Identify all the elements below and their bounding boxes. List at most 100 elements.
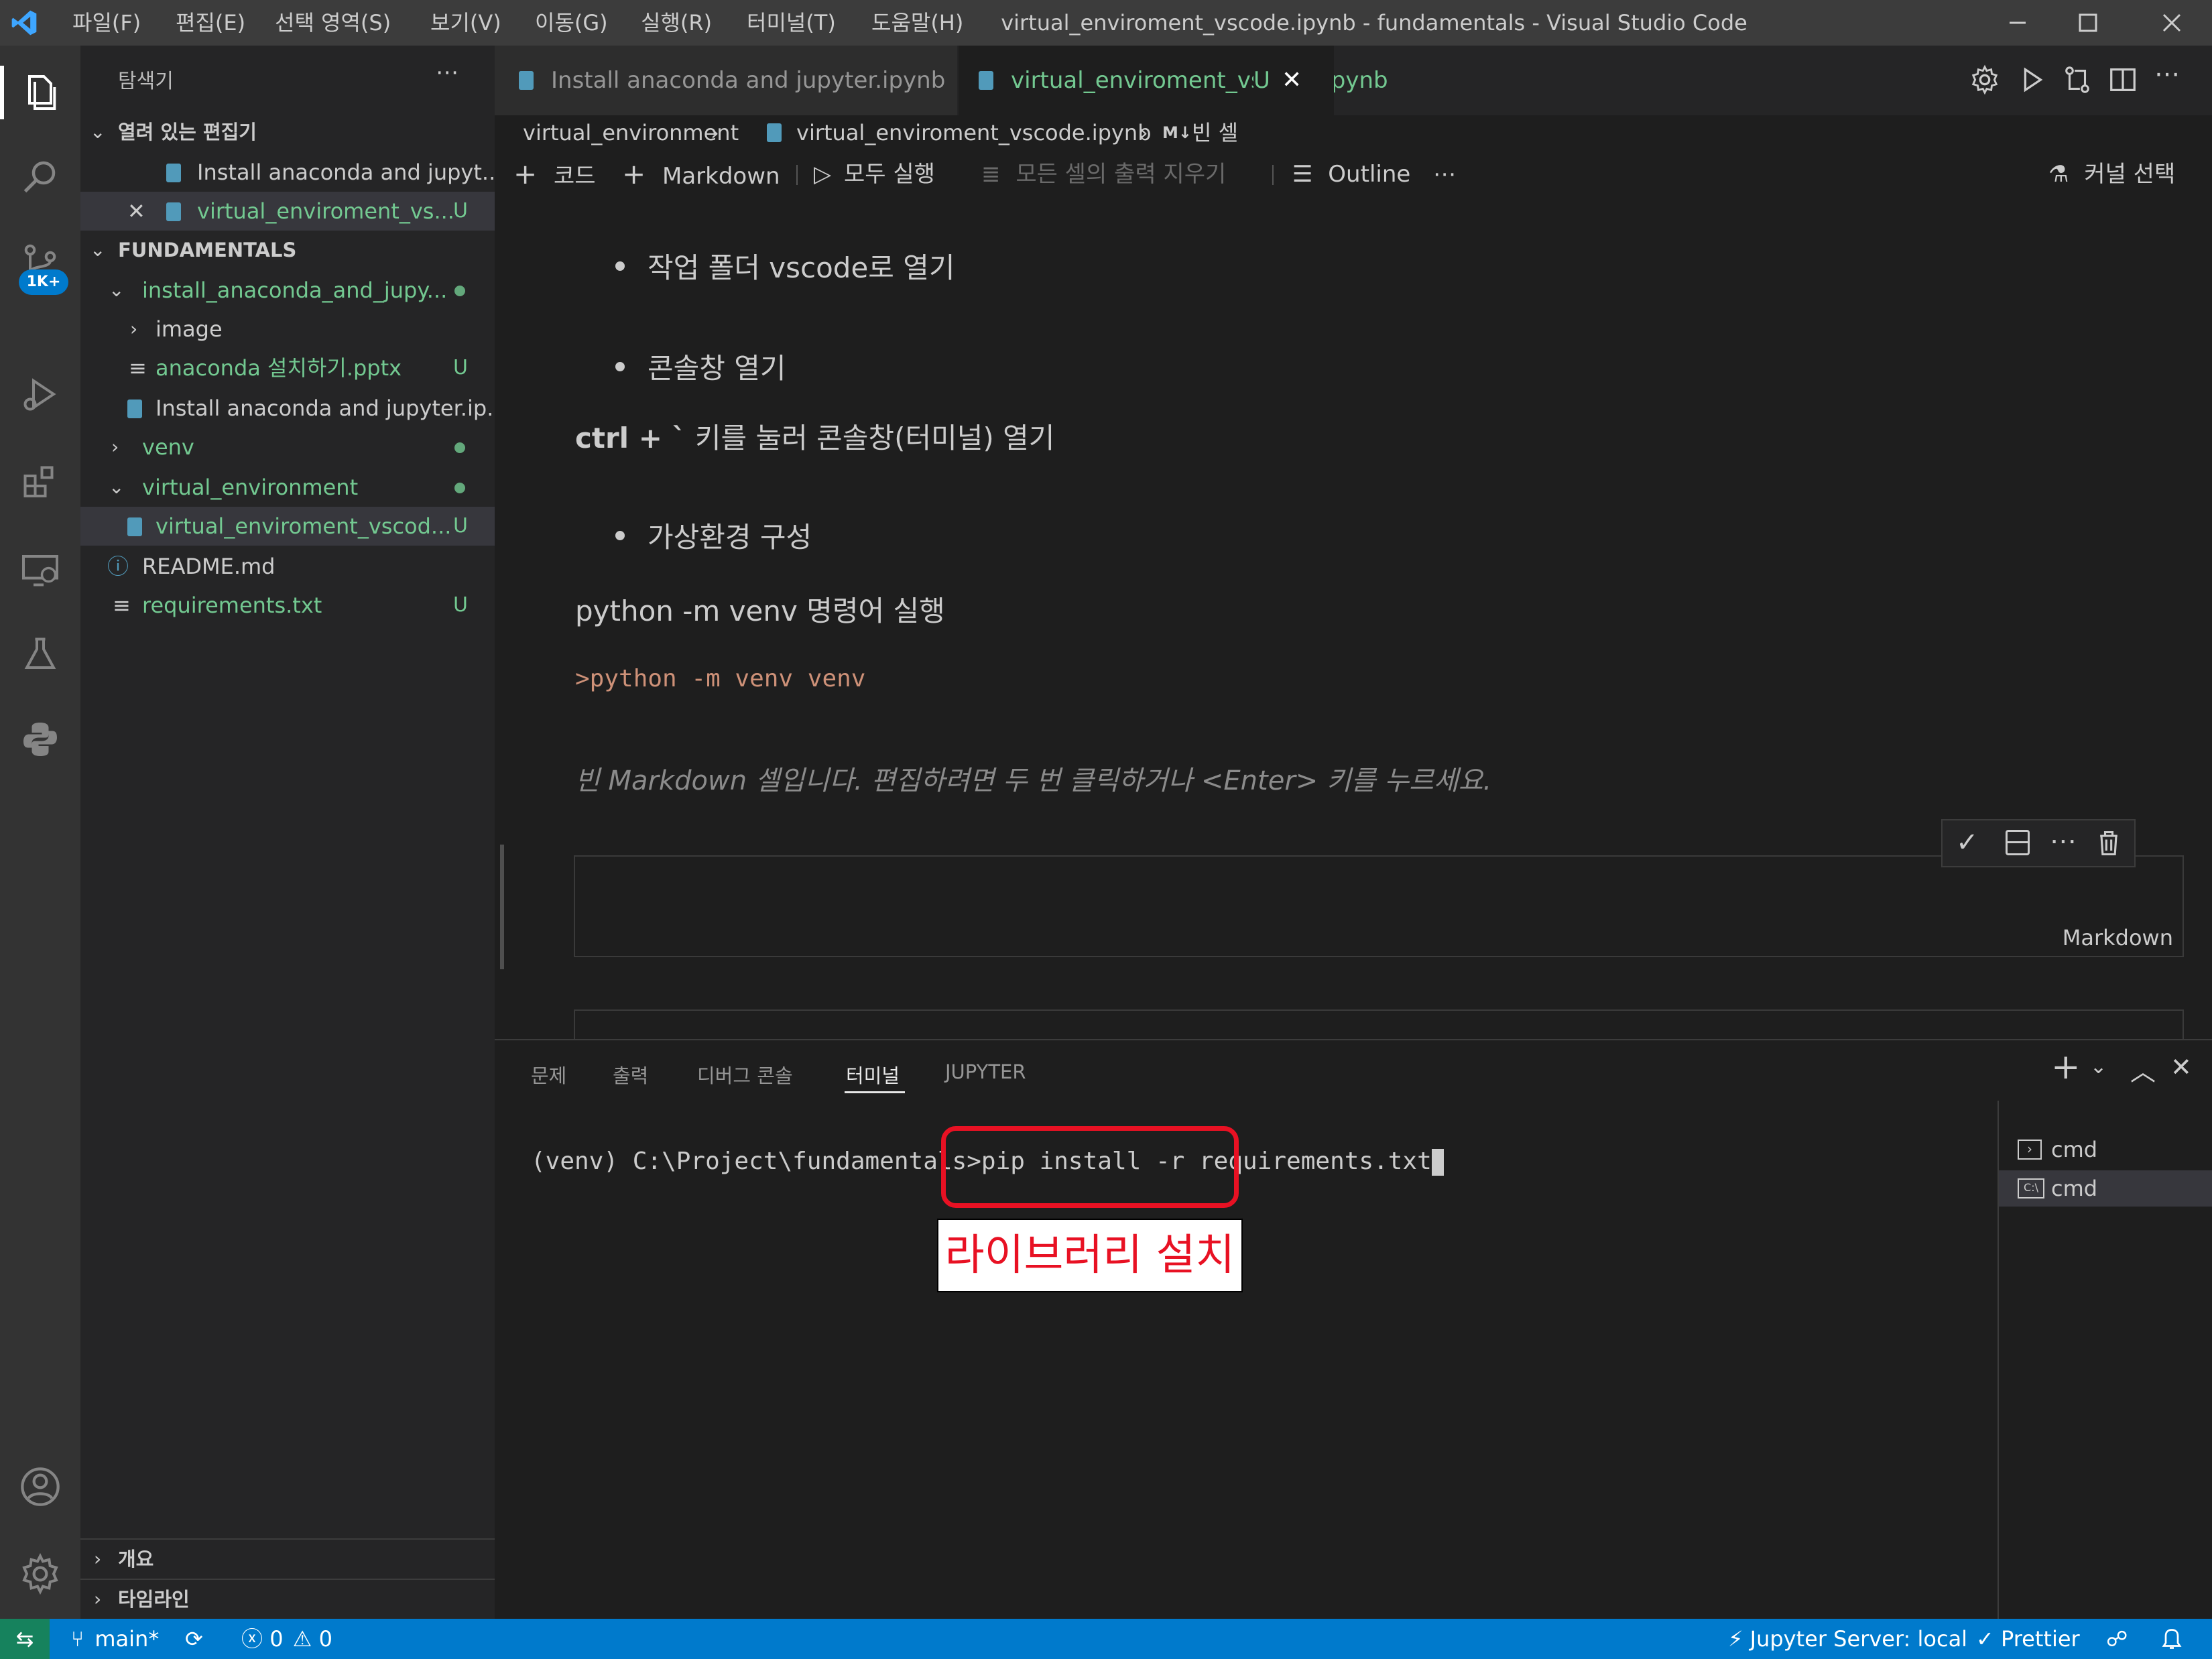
chevron-down-icon: ⌄ — [90, 121, 106, 143]
cell-toolbar: ✓ ⋯ — [1941, 819, 2136, 867]
run-all-button[interactable]: ▷ 모두 실행 — [814, 150, 935, 198]
cmd-icon: C:\ — [2018, 1178, 2044, 1199]
more-actions-icon[interactable]: ⋯ — [1433, 150, 1456, 198]
tree-item-folder[interactable]: ⌄ virtual_environment — [80, 468, 495, 507]
minimize-button[interactable] — [1984, 0, 2051, 46]
tab-debug-console[interactable]: 디버그 콘솔 — [697, 1060, 793, 1089]
tree-item-file-selected[interactable]: virtual_enviroment_vscod... U — [80, 507, 495, 546]
terminal-list-item[interactable]: › cmd — [1999, 1131, 2212, 1168]
split-editor-icon[interactable] — [2107, 64, 2138, 95]
tab-problems[interactable]: 문제 — [531, 1060, 566, 1089]
open-editors-header[interactable]: ⌄ 열려 있는 편집기 — [80, 113, 495, 151]
testing-icon[interactable] — [13, 627, 67, 681]
add-markdown-cell-button[interactable]: + Markdown — [622, 150, 780, 198]
chevron-down-icon[interactable]: ⌄ — [2090, 1055, 2107, 1079]
vscode-logo-icon — [9, 8, 39, 38]
menu-file[interactable]: 파일(F) — [72, 0, 141, 46]
notebook-icon — [127, 400, 142, 418]
tab-output[interactable]: 출력 — [613, 1060, 648, 1089]
divider — [1272, 165, 1274, 185]
explorer-sidebar: 탐색기 ⋯ ⌄ 열려 있는 편집기 Install anaconda and j… — [80, 46, 495, 1619]
close-window-button[interactable] — [2138, 0, 2205, 46]
maximize-button[interactable] — [2054, 0, 2122, 46]
maximize-panel-icon[interactable]: ︿ — [2130, 1051, 2156, 1088]
tab-install-anaconda[interactable]: Install anaconda and jupyter.ipynb — [495, 46, 957, 115]
extensions-icon[interactable] — [13, 456, 67, 509]
notebook-icon — [166, 164, 181, 182]
tree-item-file[interactable]: ≡ anaconda 설치하기.pptx U — [80, 349, 495, 387]
breadcrumb-cell[interactable]: 빈 셀 — [1192, 115, 1238, 150]
more-actions-icon[interactable]: ⋯ — [2050, 826, 2077, 857]
more-actions-icon[interactable]: ⋯ — [436, 59, 458, 86]
compare-changes-icon[interactable] — [2062, 64, 2093, 95]
menu-go[interactable]: 이동(G) — [535, 0, 608, 46]
double-check-icon: ✓ — [1976, 1626, 1994, 1652]
notebook-icon — [127, 517, 142, 536]
tab-virtual-environment[interactable]: virtual_enviroment_vscode.ipynb — [959, 46, 1388, 115]
search-icon[interactable] — [13, 149, 67, 203]
tree-item-file[interactable]: Install anaconda and jupyter.ip... — [80, 389, 495, 428]
terminal-list-item-active[interactable]: C:\ cmd — [1999, 1170, 2212, 1207]
problems-indicator[interactable]: ⓧ 0 ⚠ 0 — [241, 1619, 332, 1659]
run-icon[interactable] — [2016, 64, 2047, 95]
trash-icon[interactable] — [2094, 827, 2124, 859]
outline-section-header[interactable]: › 개요 — [80, 1540, 495, 1579]
chevron-right-icon: › — [94, 1548, 102, 1570]
python-icon[interactable] — [13, 713, 67, 766]
tree-item-folder[interactable]: › image — [80, 310, 495, 349]
chevron-down-icon: ⌄ — [109, 476, 125, 498]
explorer-icon[interactable] — [13, 66, 67, 119]
breadcrumb-folder[interactable]: virtual_environment — [523, 115, 739, 150]
folder-header[interactable]: ⌄ FUNDAMENTALS — [80, 231, 495, 269]
tab-terminal[interactable]: 터미널 — [846, 1060, 900, 1089]
gear-icon[interactable] — [13, 1547, 67, 1601]
select-kernel-button[interactable]: ⚗ 커널 선택 — [2048, 150, 2175, 198]
tree-item-folder[interactable]: › venv — [80, 428, 495, 467]
markdown-cell-icon: M↓ — [1162, 123, 1192, 142]
next-cell-edge — [574, 1009, 2184, 1039]
plug-icon: ⚡ — [1728, 1626, 1743, 1652]
menu-selection[interactable]: 선택 영역(S) — [275, 0, 391, 46]
empty-markdown-placeholder[interactable]: 빈 Markdown 셀입니다. 편집하려면 두 번 클릭하거나 <Enter>… — [575, 759, 1491, 798]
menu-view[interactable]: 보기(V) — [430, 0, 501, 46]
kernel-settings-icon[interactable] — [1969, 64, 2000, 95]
status-bar: ⇆ ⑂ main* ⟳ ⓧ 0 ⚠ 0 ⚡ Jupyter Server: lo… — [0, 1619, 2212, 1659]
close-icon[interactable]: ✕ — [127, 192, 145, 231]
open-editor-item[interactable]: Install anaconda and jupyt... — [80, 153, 495, 192]
title-bar: 파일(F) 편집(E) 선택 영역(S) 보기(V) 이동(G) 실행(R) 터… — [0, 0, 2212, 46]
sync-icon[interactable]: ⟳ — [185, 1619, 203, 1659]
menu-run[interactable]: 실행(R) — [641, 0, 712, 46]
remote-indicator[interactable]: ⇆ — [0, 1619, 50, 1659]
timeline-section-header[interactable]: › 타임라인 — [80, 1580, 495, 1619]
notifications-bell-icon[interactable] — [2160, 1619, 2184, 1659]
jupyter-server-indicator[interactable]: ⚡ Jupyter Server: local — [1728, 1619, 1967, 1659]
tab-jupyter[interactable]: JUPYTER — [945, 1060, 1026, 1083]
tree-item-file[interactable]: ≡ requirements.txt U — [80, 586, 495, 625]
check-icon[interactable]: ✓ — [1956, 827, 1979, 858]
breadcrumb-file[interactable]: virtual_enviroment_vscode.ipynb — [796, 115, 1152, 150]
clear-outputs-button[interactable]: ≣ 모든 셀의 출력 지우기 — [981, 150, 1226, 198]
menu-edit[interactable]: 편집(E) — [176, 0, 245, 46]
clear-all-icon: ≣ — [981, 161, 1001, 188]
open-editor-item-active[interactable]: ✕ virtual_enviroment_vs... U — [80, 192, 495, 231]
close-panel-icon[interactable]: ✕ — [2170, 1052, 2192, 1082]
cell-language-label[interactable]: Markdown — [2063, 925, 2173, 950]
outline-button[interactable]: ☰ Outline — [1292, 150, 1410, 198]
notebook-scrollbar[interactable] — [500, 845, 504, 969]
accounts-icon[interactable] — [13, 1460, 67, 1514]
feedback-icon[interactable]: ☍ — [2106, 1619, 2128, 1659]
branch-indicator[interactable]: ⑂ main* — [71, 1619, 159, 1659]
prettier-indicator[interactable]: ✓ Prettier — [1976, 1619, 2080, 1659]
new-terminal-icon[interactable]: + — [2051, 1047, 2081, 1087]
add-code-cell-button[interactable]: + 코드 — [513, 150, 596, 198]
markdown-cell-editor[interactable]: Markdown — [574, 855, 2184, 957]
run-debug-icon[interactable] — [13, 367, 67, 421]
chevron-down-icon: ⌄ — [109, 279, 125, 301]
more-actions-icon[interactable]: ⋯ — [2154, 59, 2180, 88]
menu-terminal[interactable]: 터미널(T) — [747, 0, 836, 46]
split-cell-icon[interactable] — [2006, 830, 2030, 855]
remote-explorer-icon[interactable] — [13, 543, 67, 597]
tree-item-file[interactable]: ⓘ README.md — [80, 547, 495, 586]
close-icon[interactable]: ✕ — [1282, 46, 1302, 115]
tree-item-folder[interactable]: ⌄ install_anaconda_and_jupy... — [80, 271, 495, 310]
